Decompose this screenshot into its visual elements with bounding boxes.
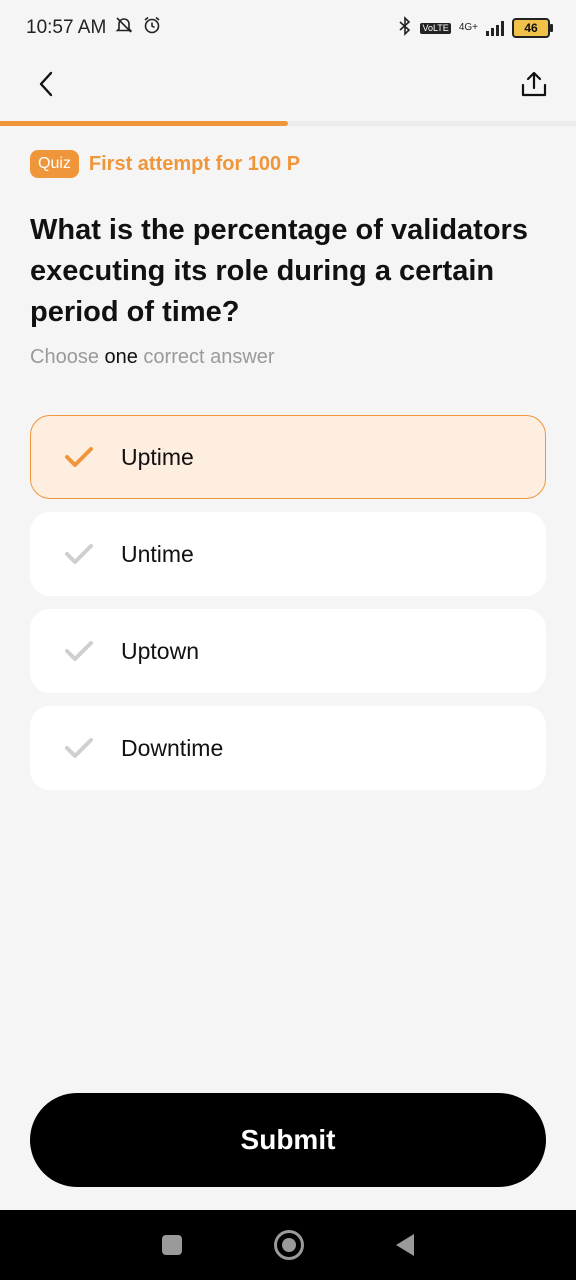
checkmark-icon — [63, 538, 95, 570]
submit-button[interactable]: Submit — [30, 1093, 546, 1187]
status-left: 10:57 AM — [26, 15, 162, 41]
answer-options: Uptime Untime Uptown Downtime — [30, 415, 546, 803]
back-button[interactable] — [28, 68, 64, 104]
answer-option-label: Untime — [121, 540, 194, 567]
question-text: What is the percentage of validators exe… — [30, 214, 528, 328]
network-type: 4G+ — [458, 22, 478, 33]
volte-badge: VoLTE — [420, 22, 451, 34]
answer-option-label: Downtime — [121, 734, 224, 761]
answer-option[interactable]: Untime — [30, 512, 546, 596]
quiz-badge: Quiz — [30, 150, 79, 178]
status-time: 10:57 AM — [26, 17, 107, 38]
answer-option-label: Uptown — [121, 637, 199, 664]
quiz-reward-text: First attempt for 100 P — [88, 152, 301, 175]
quiz-progress-bar — [0, 121, 576, 126]
system-nav-bar — [0, 1210, 576, 1280]
answer-option[interactable]: Uptime — [30, 415, 546, 499]
back-triangle-icon[interactable] — [396, 1234, 414, 1256]
share-button[interactable] — [516, 68, 552, 104]
recent-apps-icon[interactable] — [162, 1235, 182, 1255]
bell-muted-icon — [114, 15, 134, 41]
checkmark-icon — [63, 441, 95, 473]
status-bar: 10:57 AM VoLTE 4G+ 46 — [0, 0, 576, 56]
checkmark-icon — [63, 635, 95, 667]
chevron-left-icon — [38, 71, 54, 102]
checkmark-icon — [63, 732, 95, 764]
top-bar — [0, 56, 576, 116]
bluetooth-icon — [398, 15, 412, 41]
answer-option-label: Uptime — [121, 443, 194, 470]
status-right: VoLTE 4G+ 46 — [398, 15, 553, 41]
battery-icon: 46 — [512, 18, 553, 38]
answer-instruction: Choose one correct answer — [30, 346, 275, 369]
answer-option[interactable]: Uptown — [30, 609, 546, 693]
instruction-emphasis: one — [104, 346, 138, 368]
answer-option[interactable]: Downtime — [30, 706, 546, 790]
instruction-post: correct answer — [137, 346, 275, 368]
home-icon[interactable] — [274, 1230, 304, 1260]
signal-icon — [486, 20, 504, 36]
battery-level: 46 — [524, 21, 538, 35]
instruction-pre: Choose — [30, 346, 105, 368]
quiz-header: Quiz First attempt for 100 P — [30, 150, 300, 178]
quiz-progress-fill — [0, 121, 288, 126]
share-icon — [520, 70, 548, 103]
alarm-icon — [142, 15, 162, 41]
